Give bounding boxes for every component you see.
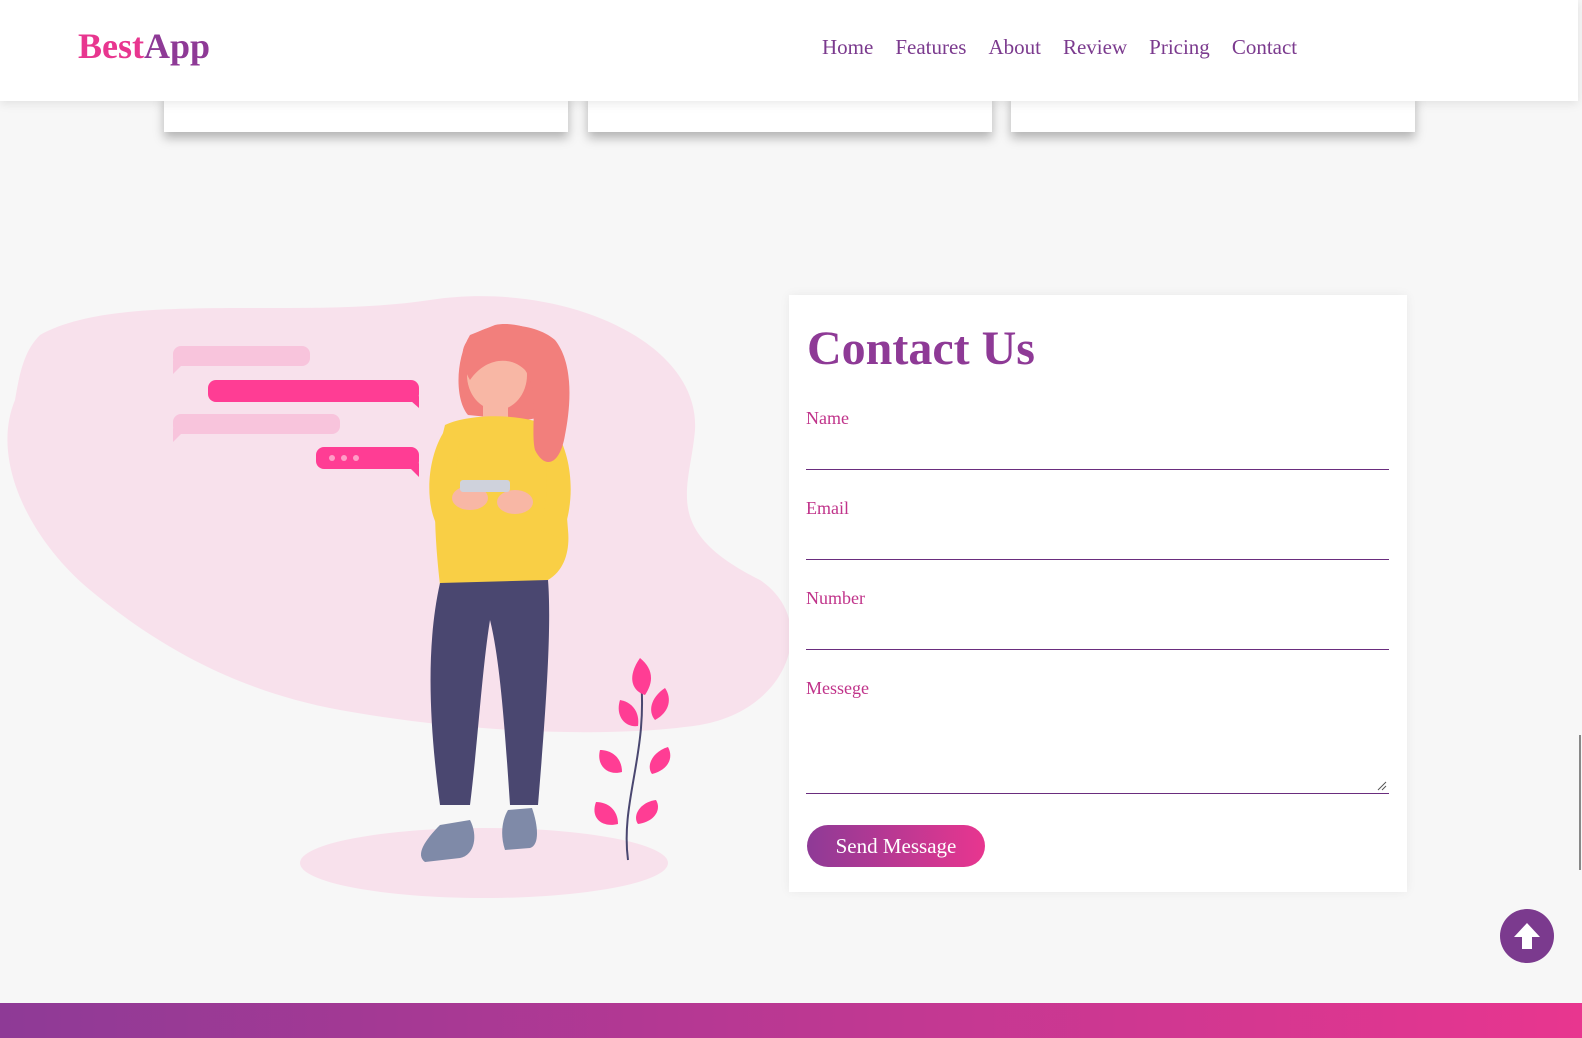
- contact-title: Contact Us: [807, 322, 1035, 375]
- footer-band: [0, 1003, 1582, 1038]
- email-label: Email: [806, 498, 849, 518]
- resize-handle-icon[interactable]: [1377, 781, 1387, 791]
- arrow-up-circle-icon: [1514, 923, 1540, 949]
- scrollbar[interactable]: [1579, 735, 1581, 870]
- main-nav: Home Features About Review Pricing Conta…: [822, 37, 1297, 58]
- illustration-ground: [300, 828, 668, 898]
- number-label: Number: [806, 588, 865, 608]
- send-message-button[interactable]: Send Message: [807, 825, 985, 867]
- name-label: Name: [806, 408, 849, 428]
- number-input[interactable]: [806, 625, 1389, 650]
- email-input[interactable]: [806, 535, 1389, 560]
- nav-link-pricing[interactable]: Pricing: [1149, 37, 1210, 58]
- nav-link-home[interactable]: Home: [822, 37, 873, 58]
- scroll-to-top-button[interactable]: [1500, 909, 1554, 963]
- nav-link-review[interactable]: Review: [1063, 37, 1127, 58]
- brand-logo[interactable]: BestApp: [78, 28, 210, 64]
- nav-link-about[interactable]: About: [988, 37, 1041, 58]
- site-header: BestApp Home Features About Review Prici…: [0, 0, 1578, 101]
- nav-link-features[interactable]: Features: [895, 37, 966, 58]
- illustration-blob: [7, 296, 792, 733]
- nav-link-contact[interactable]: Contact: [1232, 37, 1297, 58]
- contact-form-card: Contact Us Name Email Number Messege Sen…: [789, 295, 1407, 892]
- name-input[interactable]: [806, 445, 1389, 470]
- message-label: Messege: [806, 678, 869, 698]
- brand-logo-part-2: App: [144, 26, 211, 66]
- contact-illustration: [0, 280, 800, 920]
- brand-logo-part-1: Best: [78, 26, 144, 66]
- message-textarea[interactable]: [806, 705, 1389, 794]
